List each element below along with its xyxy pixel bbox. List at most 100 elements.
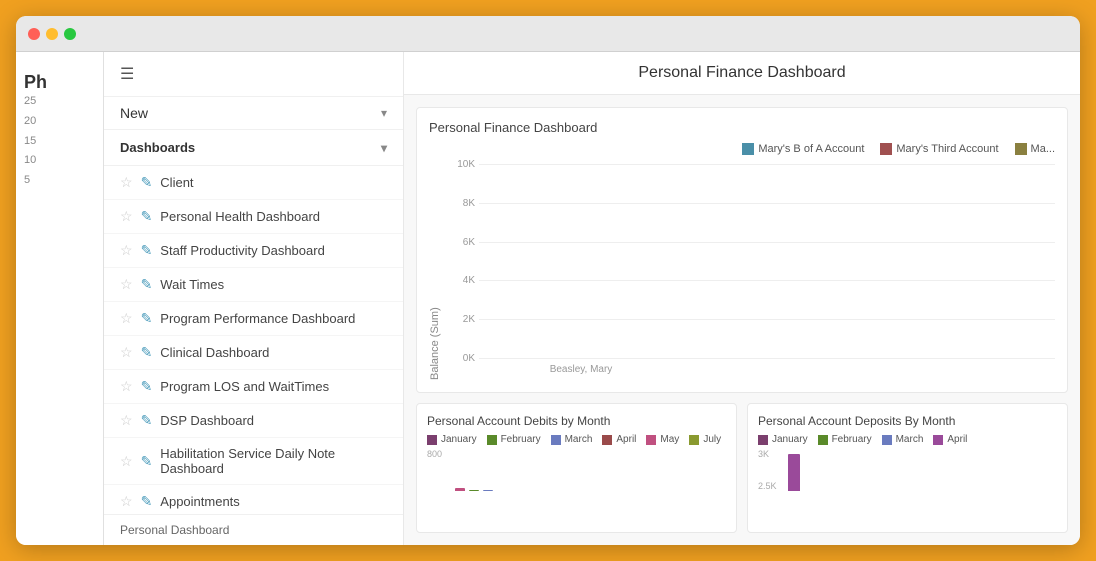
left-bg-numbers: 25 20 15 10 5: [24, 92, 36, 191]
dep-legend-feb: February: [818, 434, 872, 445]
star-icon: ☆: [120, 453, 133, 470]
sidebar-item-label: Program Performance Dashboard: [160, 311, 355, 326]
star-icon: ☆: [120, 174, 133, 191]
legend-label-1: Mary's B of A Account: [758, 143, 864, 155]
x-label-beasley: Beasley, Mary: [481, 364, 681, 380]
star-icon: ☆: [120, 378, 133, 395]
dep-legend-dot-mar: [882, 435, 892, 445]
edit-icon: ✎: [141, 208, 153, 225]
edit-icon: ✎: [141, 276, 153, 293]
charts-container: Personal Finance Dashboard Mary's B of A…: [404, 95, 1080, 545]
browser-toolbar: [16, 16, 1080, 52]
legend-dot-jul: [689, 435, 699, 445]
sidebar-item-label: Clinical Dashboard: [160, 345, 269, 360]
dep-legend-dot-jan: [758, 435, 768, 445]
sidebar-new-section[interactable]: New ▾: [104, 97, 403, 130]
legend-label-2: Mary's Third Account: [896, 143, 998, 155]
legend-dot-1: [742, 143, 754, 155]
legend-apr-label: April: [616, 434, 636, 445]
main-chart-title: Personal Finance Dashboard: [429, 120, 1055, 135]
section-chevron-icon: ▾: [381, 141, 387, 155]
deposits-legend: January February March: [758, 434, 1057, 445]
sidebar-item-habilitation[interactable]: ☆ ✎ Habilitation Service Daily Note Dash…: [104, 438, 403, 485]
star-icon: ☆: [120, 242, 133, 259]
sidebar-item-label: Personal Health Dashboard: [160, 209, 320, 224]
bottom-chart-debits: Personal Account Debits by Month January…: [416, 403, 737, 533]
sidebar-item-clinical[interactable]: ☆ ✎ Clinical Dashboard: [104, 336, 403, 370]
left-bg-title: Ph: [24, 72, 47, 93]
debits-bar-2: [469, 490, 479, 491]
sidebar-item-label: Staff Productivity Dashboard: [160, 243, 325, 258]
edit-icon: ✎: [141, 310, 153, 327]
dep-legend-feb-label: February: [832, 434, 872, 445]
sidebar-item-program-los[interactable]: ☆ ✎ Program LOS and WaitTimes: [104, 370, 403, 404]
dep-legend-jan-label: January: [772, 434, 808, 445]
deposits-chart-title: Personal Account Deposits By Month: [758, 414, 1057, 428]
edit-icon: ✎: [141, 378, 153, 395]
sidebar-item-label: Wait Times: [160, 277, 224, 292]
sidebar-item-label: Program LOS and WaitTimes: [160, 379, 329, 394]
sidebar-item-client[interactable]: ☆ ✎ Client: [104, 166, 403, 200]
chevron-down-icon: ▾: [381, 106, 387, 120]
bars-area: [481, 159, 1055, 364]
sidebar-item-wait-times[interactable]: ☆ ✎ Wait Times: [104, 268, 403, 302]
edit-icon: ✎: [141, 412, 153, 429]
sidebar-item-dsp[interactable]: ☆ ✎ DSP Dashboard: [104, 404, 403, 438]
star-icon: ☆: [120, 276, 133, 293]
legend-item-1: Mary's B of A Account: [742, 143, 864, 155]
legend-item-3: Ma...: [1015, 143, 1055, 155]
main-chart-section: Personal Finance Dashboard Mary's B of A…: [416, 107, 1068, 393]
dep-legend-dot-apr: [933, 435, 943, 445]
sidebar-item-label: Habilitation Service Daily Note Dashboar…: [160, 446, 387, 476]
legend-jul-label: July: [703, 434, 721, 445]
debits-legend: January February March: [427, 434, 726, 445]
close-dot[interactable]: [28, 28, 40, 40]
sidebar-header: ☰: [104, 52, 403, 97]
sidebar-item-personal-health[interactable]: ☆ ✎ Personal Health Dashboard: [104, 200, 403, 234]
edit-icon: ✎: [141, 174, 153, 191]
debits-y-800: 800: [427, 449, 442, 459]
bottom-chart-deposits: Personal Account Deposits By Month Janua…: [747, 403, 1068, 533]
minimize-dot[interactable]: [46, 28, 58, 40]
dep-legend-dot-feb: [818, 435, 828, 445]
personal-dashboard-footer: Personal Dashboard: [104, 514, 403, 545]
left-background-panel: Ph 25 20 15 10 5: [16, 52, 104, 545]
star-icon: ☆: [120, 310, 133, 327]
sidebar-scroll: Dashboards ▾ ☆ ✎ Client ☆ ✎ Personal Hea…: [104, 130, 403, 514]
legend-may-label: May: [660, 434, 679, 445]
deposits-bar-1: [788, 454, 800, 491]
edit-icon: ✎: [141, 453, 153, 470]
legend-dot-mar: [551, 435, 561, 445]
legend-dot-3: [1015, 143, 1027, 155]
legend-feb-label: February: [501, 434, 541, 445]
star-icon: ☆: [120, 493, 133, 510]
sidebar-item-staff-productivity[interactable]: ☆ ✎ Staff Productivity Dashboard: [104, 234, 403, 268]
page-title: Personal Finance Dashboard: [404, 52, 1080, 95]
legend-dot-feb: [487, 435, 497, 445]
legend-jan: January: [427, 434, 477, 445]
bar-chart-area: 10K 8K 6K 4K 2K 0K: [445, 159, 1055, 380]
legend-mar-label: March: [565, 434, 593, 445]
sidebar: ☰ New ▾ Dashboards ▾ ☆ ✎ Client: [104, 52, 404, 545]
hamburger-icon[interactable]: ☰: [120, 64, 134, 84]
sidebar-item-label: DSP Dashboard: [160, 413, 254, 428]
star-icon: ☆: [120, 344, 133, 361]
sidebar-item-label: Appointments: [160, 494, 240, 509]
maximize-dot[interactable]: [64, 28, 76, 40]
legend-jul: July: [689, 434, 721, 445]
dep-legend-mar: March: [882, 434, 924, 445]
sidebar-new-label: New: [120, 105, 148, 121]
legend-feb: February: [487, 434, 541, 445]
dep-legend-jan: January: [758, 434, 808, 445]
sidebar-item-appointments[interactable]: ☆ ✎ Appointments: [104, 485, 403, 514]
legend-dot-may: [646, 435, 656, 445]
legend-apr: April: [602, 434, 636, 445]
edit-icon: ✎: [141, 242, 153, 259]
legend-label-3: Ma...: [1031, 143, 1055, 155]
y-axis-label: Balance (Sum): [429, 159, 441, 380]
dashboards-label: Dashboards: [120, 140, 195, 155]
legend-dot-apr: [602, 435, 612, 445]
sidebar-section-header[interactable]: Dashboards ▾: [104, 130, 403, 166]
sidebar-item-program-performance[interactable]: ☆ ✎ Program Performance Dashboard: [104, 302, 403, 336]
dep-legend-apr: April: [933, 434, 967, 445]
